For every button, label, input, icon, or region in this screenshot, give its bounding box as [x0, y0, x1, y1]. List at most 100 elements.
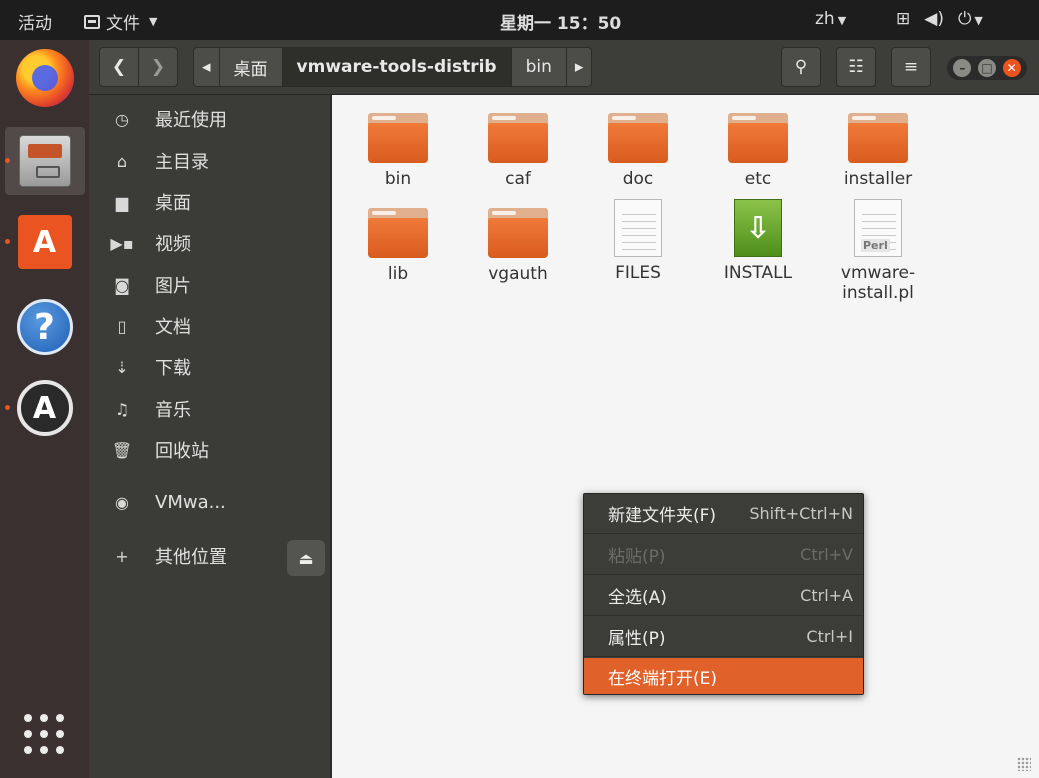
perl-script-icon: Perl [854, 199, 902, 257]
file-label: INSTALL [723, 263, 793, 283]
file-label: etc [744, 169, 772, 189]
search-button[interactable]: ⚲ [781, 47, 821, 87]
sidebar-item-label: 回收站 [155, 441, 209, 462]
path-crumb-bin[interactable]: bin [510, 47, 567, 87]
search-icon: ⚲ [794, 57, 808, 77]
launcher-dock: A ? A [0, 40, 89, 778]
folder-icon [728, 113, 788, 163]
sidebar-item-videos[interactable]: ▶▪ 视频 [89, 224, 331, 262]
path-bar: ◂ 桌面 vmware-tools-distrib bin ▸ [193, 47, 593, 87]
sidebar-item-label: 图片 [155, 276, 191, 297]
sidebar-item-label: 桌面 [155, 193, 191, 214]
close-button[interactable]: ✕ [1002, 59, 1021, 77]
view-toggle-button[interactable]: ☷ [836, 47, 876, 87]
maximize-button[interactable]: □ [977, 59, 996, 77]
app-menu[interactable]: 文件 ▼ [84, 9, 157, 34]
language-indicator[interactable]: zh ▼ [815, 9, 846, 29]
top-bar: 活动 文件 ▼ 星期一 15：50 zh ▼ ⊞ ◀) ⏻ ▼ [0, 0, 1039, 40]
volume-icon: ◀) [924, 9, 944, 29]
menu-item-new-folder[interactable]: 新建文件夹(F) Shift+Ctrl+N [584, 494, 863, 534]
file-label: bin [384, 169, 412, 189]
language-label: zh [815, 9, 835, 29]
file-item-vmware-install-pl[interactable]: Perl vmware-install.pl [823, 199, 933, 304]
menu-item-accelerator: Ctrl+A [800, 586, 853, 605]
file-item-installer[interactable]: installer [823, 113, 933, 189]
chevron-right-icon: ❯ [150, 57, 166, 77]
menu-item-label: 属性(P) [608, 629, 666, 649]
file-item-lib[interactable]: lib [343, 208, 453, 284]
menu-item-paste[interactable]: 粘贴(P) Ctrl+V [584, 535, 863, 575]
folder-icon [368, 113, 428, 163]
plus-icon: + [115, 546, 129, 566]
file-item-etc[interactable]: etc [703, 113, 813, 189]
file-label: vgauth [488, 264, 548, 284]
file-item-bin[interactable]: bin [343, 113, 453, 189]
show-applications-button[interactable] [22, 712, 66, 756]
sidebar-item-label: 视频 [155, 234, 191, 255]
menu-item-accelerator: Ctrl+V [800, 545, 853, 564]
path-crumb-vmware-tools-distrib[interactable]: vmware-tools-distrib [281, 47, 512, 87]
video-icon: ▶▪ [110, 233, 134, 253]
sidebar-item-vmware-disc[interactable]: ◉ VMwa... [89, 483, 284, 521]
path-scroll-right-button[interactable]: ▸ [565, 47, 593, 87]
chevron-left-icon: ❮ [111, 57, 127, 77]
activities-button[interactable]: 活动 [18, 9, 52, 34]
file-label: vmware-install.pl [840, 263, 916, 304]
sidebar-item-label: VMwa... [155, 491, 226, 513]
minimize-button[interactable]: – [953, 59, 972, 77]
file-label: caf [505, 169, 531, 189]
sidebar-item-documents[interactable]: ▯ 文档 [89, 307, 331, 345]
file-item-caf[interactable]: caf [463, 113, 573, 189]
sidebar-item-home[interactable]: ⌂ 主目录 [89, 142, 331, 180]
menu-item-accelerator: Ctrl+I [806, 627, 853, 646]
folder-icon [488, 208, 548, 258]
file-item-FILES[interactable]: FILES [583, 199, 693, 283]
sidebar-item-recent[interactable]: ◷ 最近使用 [89, 100, 331, 138]
sidebar-item-downloads[interactable]: ⇣ 下载 [89, 348, 331, 386]
sidebar-item-other-locations[interactable]: + 其他位置 [89, 537, 331, 575]
menu-item-select-all[interactable]: 全选(A) Ctrl+A [584, 576, 863, 616]
resize-grip[interactable] [1017, 757, 1031, 771]
hamburger-icon: ≡ [903, 57, 919, 77]
back-button[interactable]: ❮ [99, 47, 139, 87]
forward-button[interactable]: ❯ [138, 47, 178, 87]
clock-icon: ◷ [115, 109, 129, 129]
running-indicator [5, 239, 10, 244]
disc-icon: ◉ [115, 492, 129, 512]
music-icon: ♫ [114, 399, 130, 419]
dock-firefox[interactable] [0, 42, 89, 114]
menu-item-properties[interactable]: 属性(P) Ctrl+I [584, 617, 863, 657]
file-label: lib [387, 264, 409, 284]
dock-software-updater[interactable]: A [0, 372, 89, 444]
file-item-INSTALL[interactable]: ⇩ INSTALL [703, 199, 813, 283]
file-label: doc [622, 169, 654, 189]
sidebar-item-trash[interactable]: 🗑 回收站 [89, 431, 331, 469]
network-icon: ⊞ [896, 9, 911, 29]
path-crumb-desktop[interactable]: 桌面 [218, 47, 283, 87]
running-indicator [5, 405, 10, 410]
menu-item-label: 在终端打开(E) [608, 668, 718, 689]
menu-button[interactable]: ≡ [891, 47, 931, 87]
places-sidebar: ◷ 最近使用 ⌂ 主目录 ▆ 桌面 ▶▪ 视频 ◙ 图片 ▯ 文档 ⇣ 下载 ♫ [89, 95, 331, 778]
install-download-icon: ⇩ [734, 199, 782, 257]
trash-icon: 🗑 [111, 440, 133, 460]
menu-item-label: 新建文件夹(F) [608, 506, 717, 526]
dock-help[interactable]: ? [0, 291, 89, 363]
folder-icon: ▆ [115, 192, 129, 212]
document-icon: ▯ [117, 316, 127, 336]
path-scroll-left-button[interactable]: ◂ [193, 47, 220, 87]
menu-item-open-in-terminal[interactable]: 在终端打开(E) [584, 658, 863, 694]
file-item-vgauth[interactable]: vgauth [463, 208, 573, 284]
dock-files[interactable] [0, 125, 89, 197]
sidebar-item-label: 主目录 [155, 152, 209, 173]
sidebar-item-music[interactable]: ♫ 音乐 [89, 390, 331, 428]
sidebar-item-pictures[interactable]: ◙ 图片 [89, 266, 331, 304]
home-icon: ⌂ [116, 151, 128, 171]
file-item-doc[interactable]: doc [583, 113, 693, 189]
text-file-icon [614, 199, 662, 257]
folder-icon [608, 113, 668, 163]
system-menu[interactable]: ⊞ ◀) ⏻ ▼ [896, 9, 983, 29]
dock-software-store[interactable]: A [0, 206, 89, 278]
sidebar-item-desktop[interactable]: ▆ 桌面 [89, 183, 331, 221]
clock[interactable]: 星期一 15：50 [500, 9, 621, 34]
